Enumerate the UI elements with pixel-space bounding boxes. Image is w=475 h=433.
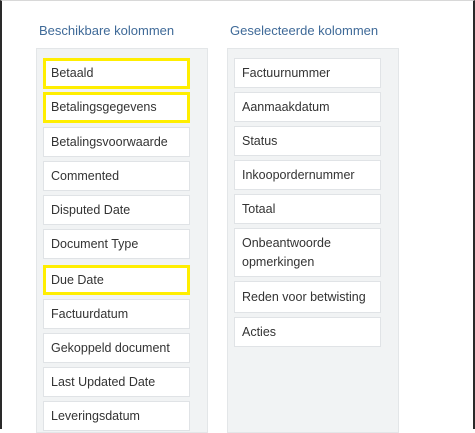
available-item-disputed-date[interactable]: Disputed Date [43,195,190,225]
available-item-last-updated-date[interactable]: Last Updated Date [43,367,190,397]
selected-item-status[interactable]: Status [234,126,381,156]
selected-item-onbeantwoorde-opmerkingen[interactable]: Onbeantwoorde opmerkingen [234,228,381,277]
available-item-leveringsdatum[interactable]: Leveringsdatum [43,401,190,431]
selected-item-totaal[interactable]: Totaal [234,194,381,224]
available-item-betaald[interactable]: Betaald [43,58,190,89]
available-item-commented[interactable]: Commented [43,161,190,191]
selected-item-aanmaakdatum[interactable]: Aanmaakdatum [234,92,381,122]
available-item-due-date[interactable]: Due Date [43,265,190,295]
available-item-betalingsgegevens[interactable]: Betalingsgegevens [43,92,190,123]
available-item-factuurdatum[interactable]: Factuurdatum [43,299,190,329]
column-chooser-dialog: Beschikbare kolommen Geselecteerde kolom… [0,0,475,433]
selected-item-acties[interactable]: Acties [234,317,381,347]
available-item-gekoppeld-document[interactable]: Gekoppeld document [43,333,190,363]
selected-item-factuurnummer[interactable]: Factuurnummer [234,58,381,88]
selected-item-inkoopordernummer[interactable]: Inkoopordernummer [234,160,381,190]
selected-columns-list: Factuurnummer Aanmaakdatum Status Inkoop… [227,48,399,433]
selected-item-reden-voor-betwisting[interactable]: Reden voor betwisting [234,281,381,313]
selected-columns-header: Geselecteerde kolommen [230,23,379,38]
available-columns-list: Betaald Betalingsgegevens Betalingsvoorw… [36,48,208,433]
available-item-document-type[interactable]: Document Type [43,229,190,259]
available-columns-header: Beschikbare kolommen [39,23,175,38]
available-item-betalingsvoorwaarde[interactable]: Betalingsvoorwaarde [43,127,190,157]
